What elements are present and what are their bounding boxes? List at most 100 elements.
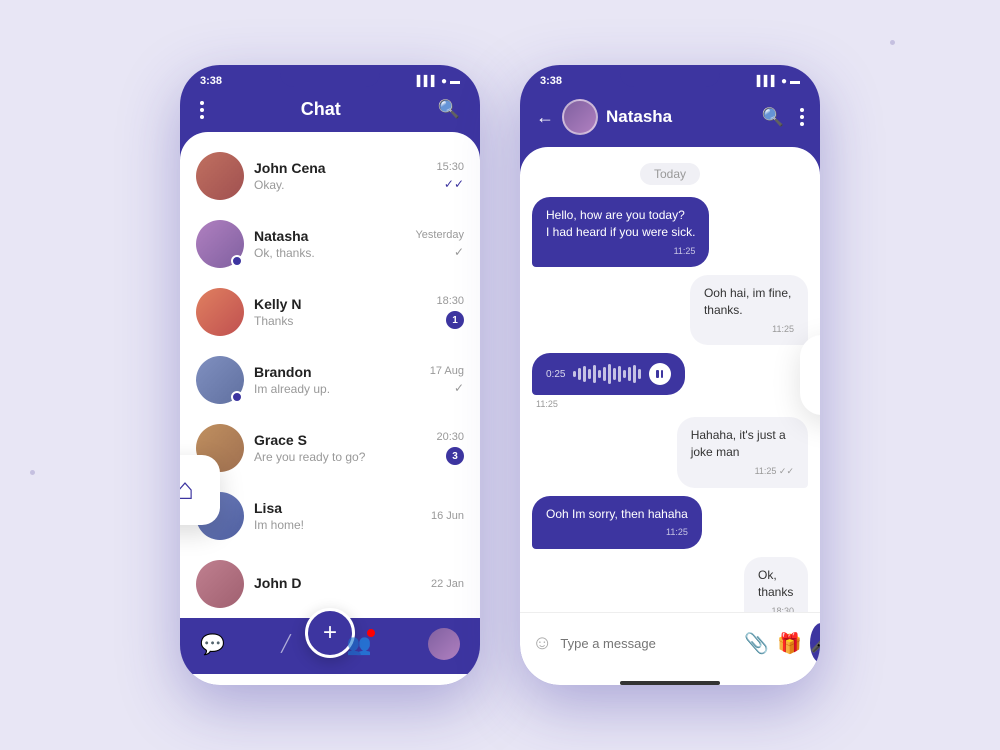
more-button[interactable] — [800, 108, 804, 126]
phone-notch — [280, 65, 380, 87]
chat-meta: 17 Aug ✓ — [430, 365, 464, 395]
back-button[interactable]: ← — [536, 107, 554, 128]
chat-avatar — [196, 288, 244, 336]
chat-list-container: John Cena Okay. 15:30 ✓✓ Natasha Ok, tha… — [180, 132, 480, 685]
avatar-wrap — [196, 560, 244, 608]
status-time-2: 3:38 — [540, 75, 562, 87]
wave-bar — [583, 366, 586, 382]
search-float-icon[interactable]: 🔍 — [800, 335, 820, 415]
chat-name: Brandon — [254, 364, 430, 380]
wave-bar — [608, 364, 611, 384]
chat-preview: Okay. — [254, 178, 436, 192]
wifi-icon-2: ● — [781, 76, 787, 87]
chat-time: 20:30 — [436, 431, 464, 443]
input-bar: ☺ 📎 🎁 🎤 — [520, 612, 820, 677]
chat-item[interactable]: Lisa Im home! 16 Jun — [180, 482, 480, 550]
wave-bar — [618, 366, 621, 382]
emoji-button[interactable]: ☺ — [532, 632, 552, 655]
phone-notch-2 — [620, 65, 720, 87]
avatar-wrap — [196, 356, 244, 404]
chat-preview: Are you ready to go? — [254, 450, 436, 464]
chat-info: John Cena Okay. — [254, 160, 436, 192]
nav-activity[interactable]: ╱ — [281, 634, 291, 654]
msg-received-3: Ok, thanks 18:30 ✓✓ — [744, 557, 808, 612]
nav-profile[interactable] — [428, 628, 460, 660]
avatar-wrap — [196, 288, 244, 336]
message-input[interactable] — [560, 636, 736, 651]
gift-button[interactable]: 🎁 — [777, 631, 802, 656]
status-time-1: 3:38 — [200, 75, 222, 87]
msg-time-2: 11:25 — [546, 526, 688, 539]
fab-plus-icon: + — [323, 619, 337, 647]
chat-meta: 16 Jun — [431, 510, 464, 522]
nav-chat[interactable]: 💬 — [200, 632, 225, 657]
activity-nav-icon: ╱ — [281, 634, 291, 654]
phone2-content: 3:38 ▌▌▌ ● ▬ ← Natasha 🔍 — [520, 65, 820, 685]
chat-preview: Ok, thanks. — [254, 246, 415, 260]
chat-name: Natasha — [254, 228, 415, 244]
wave-bar — [598, 370, 601, 378]
chat-list: John Cena Okay. 15:30 ✓✓ Natasha Ok, tha… — [180, 142, 480, 618]
nav-contacts[interactable]: 👥 — [347, 632, 372, 657]
chat-item[interactable]: Natasha Ok, thanks. Yesterday ✓ — [180, 210, 480, 278]
chat-preview: Im home! — [254, 518, 431, 532]
dot-pattern-bottom-left: for(let i=0;i<32;i++) document.currentSc… — [30, 470, 110, 670]
msg-received-wrap-3: Ok, thanks 18:30 ✓✓ — [723, 557, 808, 612]
contacts-notification-dot — [366, 628, 376, 638]
mic-icon: 🎤 — [810, 633, 820, 654]
msg-received-2: Hahaha, it's just a joke man 11:25 ✓✓ — [677, 417, 808, 487]
chat-time: 15:30 — [436, 161, 464, 173]
status-icons-2: ▌▌▌ ● ▬ — [757, 76, 800, 87]
chat-items-list: John Cena Okay. 15:30 ✓✓ Natasha Ok, tha… — [180, 142, 480, 618]
chat-item[interactable]: Grace S Are you ready to go? 20:30 3 — [180, 414, 480, 482]
msg-time-r1: 11:25 — [704, 323, 794, 336]
home-float-icon[interactable]: ⌂ — [180, 455, 220, 525]
chat-item[interactable]: John Cena Okay. 15:30 ✓✓ — [180, 142, 480, 210]
attach-button[interactable]: 📎 — [744, 631, 769, 656]
online-indicator — [231, 391, 243, 403]
avatar-wrap — [196, 220, 244, 268]
wave-bar — [573, 371, 576, 377]
msg-time-r2: 11:25 ✓✓ — [691, 465, 794, 478]
phones-container: ⌂ 3:38 ▌▌▌ ● ▬ Chat 🔍 — [180, 65, 820, 685]
waveform — [573, 363, 641, 385]
phone-chat-list: ⌂ 3:38 ▌▌▌ ● ▬ Chat 🔍 — [180, 65, 480, 685]
wave-bar — [633, 365, 636, 383]
single-check-icon: ✓ — [454, 381, 464, 395]
menu-button[interactable] — [200, 101, 204, 119]
chat-name: Kelly N — [254, 296, 436, 312]
mic-button[interactable]: 🎤 — [810, 623, 820, 663]
unread-badge: 3 — [446, 447, 464, 465]
chat-meta: 18:30 1 — [436, 295, 464, 329]
wave-bar — [603, 367, 606, 381]
msg-time-1: 11:25 — [546, 245, 695, 258]
pause-button[interactable] — [649, 363, 671, 385]
chat-time: Yesterday — [415, 229, 464, 241]
chat-meta: 20:30 3 — [436, 431, 464, 465]
search-button-2[interactable]: 🔍 — [762, 107, 784, 128]
chat-item[interactable]: Kelly N Thanks 18:30 1 — [180, 278, 480, 346]
phone-chat-view: 🔍 3:38 ▌▌▌ ● ▬ ← Natasha 🔍 — [520, 65, 820, 685]
home-icon: ⌂ — [180, 473, 194, 507]
unread-badge: 1 — [446, 311, 464, 329]
chat-info: Natasha Ok, thanks. — [254, 228, 415, 260]
battery-icon-2: ▬ — [790, 76, 800, 87]
chat-name: Lisa — [254, 500, 431, 516]
voice-duration: 0:25 — [546, 369, 565, 380]
msg-received-wrap-2: Hahaha, it's just a joke man 11:25 ✓✓ — [633, 417, 808, 487]
chat-preview: Thanks — [254, 314, 436, 328]
signal-icon: ▌▌▌ — [417, 76, 438, 87]
chat-nav-icon: 💬 — [200, 632, 225, 657]
msg-text-r1: Ooh hai, im fine, thanks. — [704, 285, 794, 319]
msg-sent-2: Ooh Im sorry, then hahaha 11:25 — [532, 496, 702, 549]
chat-meta: Yesterday ✓ — [415, 229, 464, 259]
chat-meta: 15:30 ✓✓ — [436, 161, 464, 191]
chat-name: John Cena — [254, 160, 436, 176]
search-button-1[interactable]: 🔍 — [438, 99, 460, 120]
chat-item[interactable]: Brandon Im already up. 17 Aug ✓ — [180, 346, 480, 414]
contact-name: Natasha — [606, 107, 754, 127]
battery-icon: ▬ — [450, 76, 460, 87]
msg-text-1: Hello, how are you today?I had heard if … — [546, 207, 695, 241]
chat-info: Kelly N Thanks — [254, 296, 436, 328]
online-indicator — [231, 255, 243, 267]
